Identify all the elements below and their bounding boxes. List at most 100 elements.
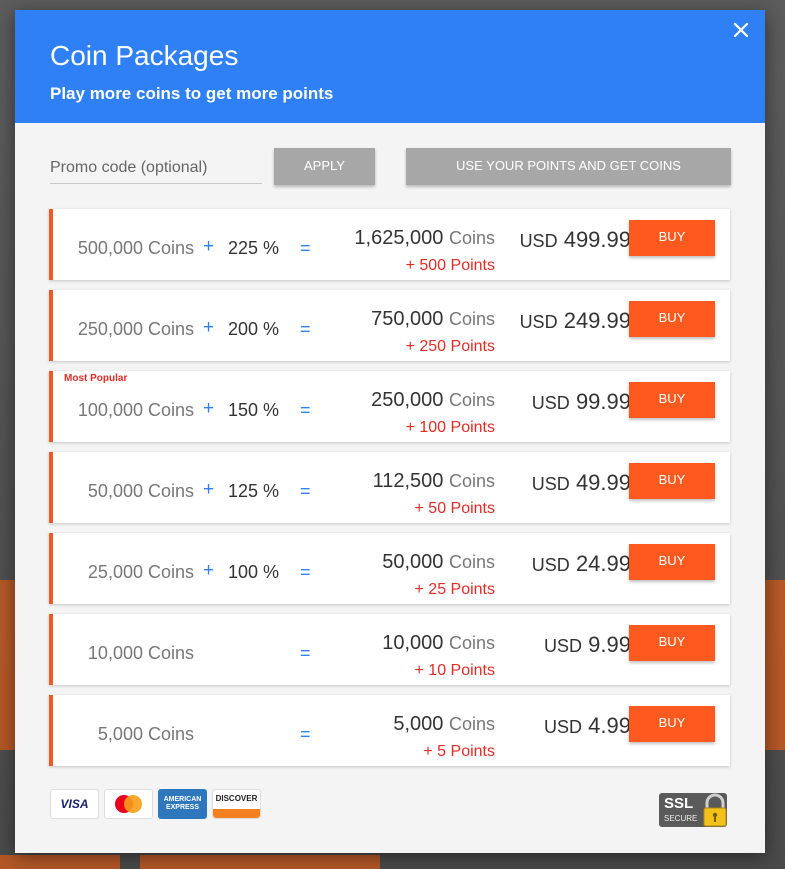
buy-button[interactable]: BUY	[629, 544, 715, 580]
total-coins: 750,000 Coins	[371, 308, 495, 331]
equals-sign: =	[300, 238, 311, 258]
total-amount: 112,500	[372, 470, 444, 492]
discover-logo: DISCOVER	[212, 789, 261, 819]
background-tile	[0, 580, 15, 750]
modal-header: Coin Packages Play more coins to get mor…	[15, 10, 765, 123]
buy-button[interactable]: BUY	[629, 706, 715, 742]
equals-sign: =	[300, 643, 311, 663]
promo-code-input[interactable]	[50, 153, 262, 184]
background-tile	[765, 580, 785, 750]
price-amount: 99.99	[575, 389, 631, 414]
total-amount: 10,000	[382, 632, 444, 654]
equals-sign: =	[300, 562, 311, 582]
apply-button[interactable]: APPLY	[274, 148, 375, 185]
base-coins: 250,000 Coins	[77, 319, 194, 339]
equals-sign: =	[300, 319, 311, 339]
price: USD 99.99	[532, 389, 631, 415]
ssl-text: SSL	[664, 795, 694, 812]
buy-button[interactable]: BUY	[629, 301, 715, 337]
plus-sign: +	[203, 560, 215, 581]
base-coins: 10,000 Coins	[87, 643, 194, 663]
close-icon[interactable]	[729, 18, 753, 42]
total-unit: Coins	[448, 714, 495, 734]
base-coins: 25,000 Coins	[87, 562, 194, 582]
total-coins: 10,000 Coins	[382, 632, 495, 655]
price: USD 4.99	[544, 713, 631, 739]
coin-packages-modal: Coin Packages Play more coins to get mor…	[15, 10, 765, 853]
package-row: Most Popular 100,000 Coins + 150 % = 250…	[49, 371, 730, 442]
mastercard-logo	[104, 789, 153, 819]
package-row: 50,000 Coins + 125 % = 112,500 Coins + 5…	[49, 452, 730, 523]
total-coins: 112,500 Coins	[373, 470, 495, 493]
amex-logo: AMERICAN EXPRESS	[158, 789, 207, 819]
discover-stripe	[213, 809, 260, 818]
currency: USD	[531, 555, 570, 575]
package-row: 5,000 Coins = 5,000 Coins + 5 Points USD…	[49, 695, 730, 766]
price-amount: 4.99	[588, 713, 631, 738]
plus-sign: +	[203, 236, 215, 257]
bonus-points: + 5 Points	[423, 743, 495, 760]
bonus-points: + 25 Points	[414, 581, 496, 598]
discover-logo-text: DISCOVER	[215, 794, 258, 803]
package-row: 25,000 Coins + 100 % = 50,000 Coins + 25…	[49, 533, 730, 604]
currency: USD	[544, 636, 583, 656]
bonus-percent: 200 %	[228, 319, 280, 339]
price: USD 249.99	[520, 308, 631, 334]
buy-button[interactable]: BUY	[629, 463, 715, 499]
bonus-points: + 10 Points	[414, 662, 496, 679]
most-popular-badge: Most Popular	[64, 373, 128, 384]
price-amount: 499.99	[563, 227, 631, 252]
ssl-secure-badge: SSL SECURE	[659, 793, 731, 836]
currency: USD	[519, 231, 558, 251]
total-amount: 50,000	[382, 551, 444, 573]
price: USD 499.99	[520, 227, 631, 253]
total-amount: 5,000	[393, 713, 444, 735]
buy-button[interactable]: BUY	[629, 382, 715, 418]
package-list: 500,000 Coins + 225 % = 1,625,000 Coins …	[49, 209, 730, 776]
bonus-points: + 100 Points	[405, 419, 495, 436]
price-amount: 24.99	[575, 551, 631, 576]
total-coins: 1,625,000 Coins	[354, 227, 495, 250]
plus-sign: +	[203, 398, 215, 419]
total-coins: 5,000 Coins	[393, 713, 495, 736]
use-points-button[interactable]: USE YOUR POINTS AND GET COINS	[406, 148, 731, 185]
bonus-percent: 225 %	[228, 238, 280, 258]
total-unit: Coins	[448, 633, 495, 653]
equals-sign: =	[300, 400, 311, 420]
currency: USD	[544, 717, 583, 737]
price: USD 24.99	[532, 551, 631, 577]
total-unit: Coins	[448, 552, 495, 572]
amex-logo-text: AMERICAN EXPRESS	[163, 796, 202, 811]
base-coins: 50,000 Coins	[87, 481, 194, 501]
plus-sign: +	[203, 317, 215, 338]
background-tile	[0, 855, 120, 869]
total-unit: Coins	[448, 390, 495, 410]
base-coins: 500,000 Coins	[77, 238, 194, 258]
modal-title: Coin Packages	[50, 40, 239, 71]
visa-logo-text: VISA	[60, 797, 89, 811]
total-unit: Coins	[448, 309, 495, 329]
price: USD 9.99	[544, 632, 631, 658]
price-amount: 249.99	[563, 308, 631, 333]
modal-subtitle: Play more coins to get more points	[50, 84, 334, 103]
equals-sign: =	[300, 481, 311, 501]
secure-text: SECURE	[664, 814, 698, 823]
total-coins: 250,000 Coins	[371, 389, 495, 412]
buy-button[interactable]: BUY	[629, 625, 715, 661]
total-amount: 1,625,000	[354, 227, 444, 249]
currency: USD	[531, 474, 570, 494]
total-coins: 50,000 Coins	[382, 551, 495, 574]
bonus-points: + 250 Points	[405, 338, 495, 355]
package-row: 10,000 Coins = 10,000 Coins + 10 Points …	[49, 614, 730, 685]
total-amount: 750,000	[371, 308, 444, 330]
total-unit: Coins	[448, 471, 495, 491]
plus-sign: +	[203, 479, 215, 500]
currency: USD	[531, 393, 570, 413]
bonus-points: + 500 Points	[405, 257, 495, 274]
price-amount: 9.99	[588, 632, 631, 657]
buy-button[interactable]: BUY	[629, 220, 715, 256]
base-coins: 100,000 Coins	[77, 400, 194, 420]
mastercard-icon	[115, 795, 142, 813]
bonus-points: + 50 Points	[414, 500, 496, 517]
visa-logo: VISA	[50, 789, 99, 819]
